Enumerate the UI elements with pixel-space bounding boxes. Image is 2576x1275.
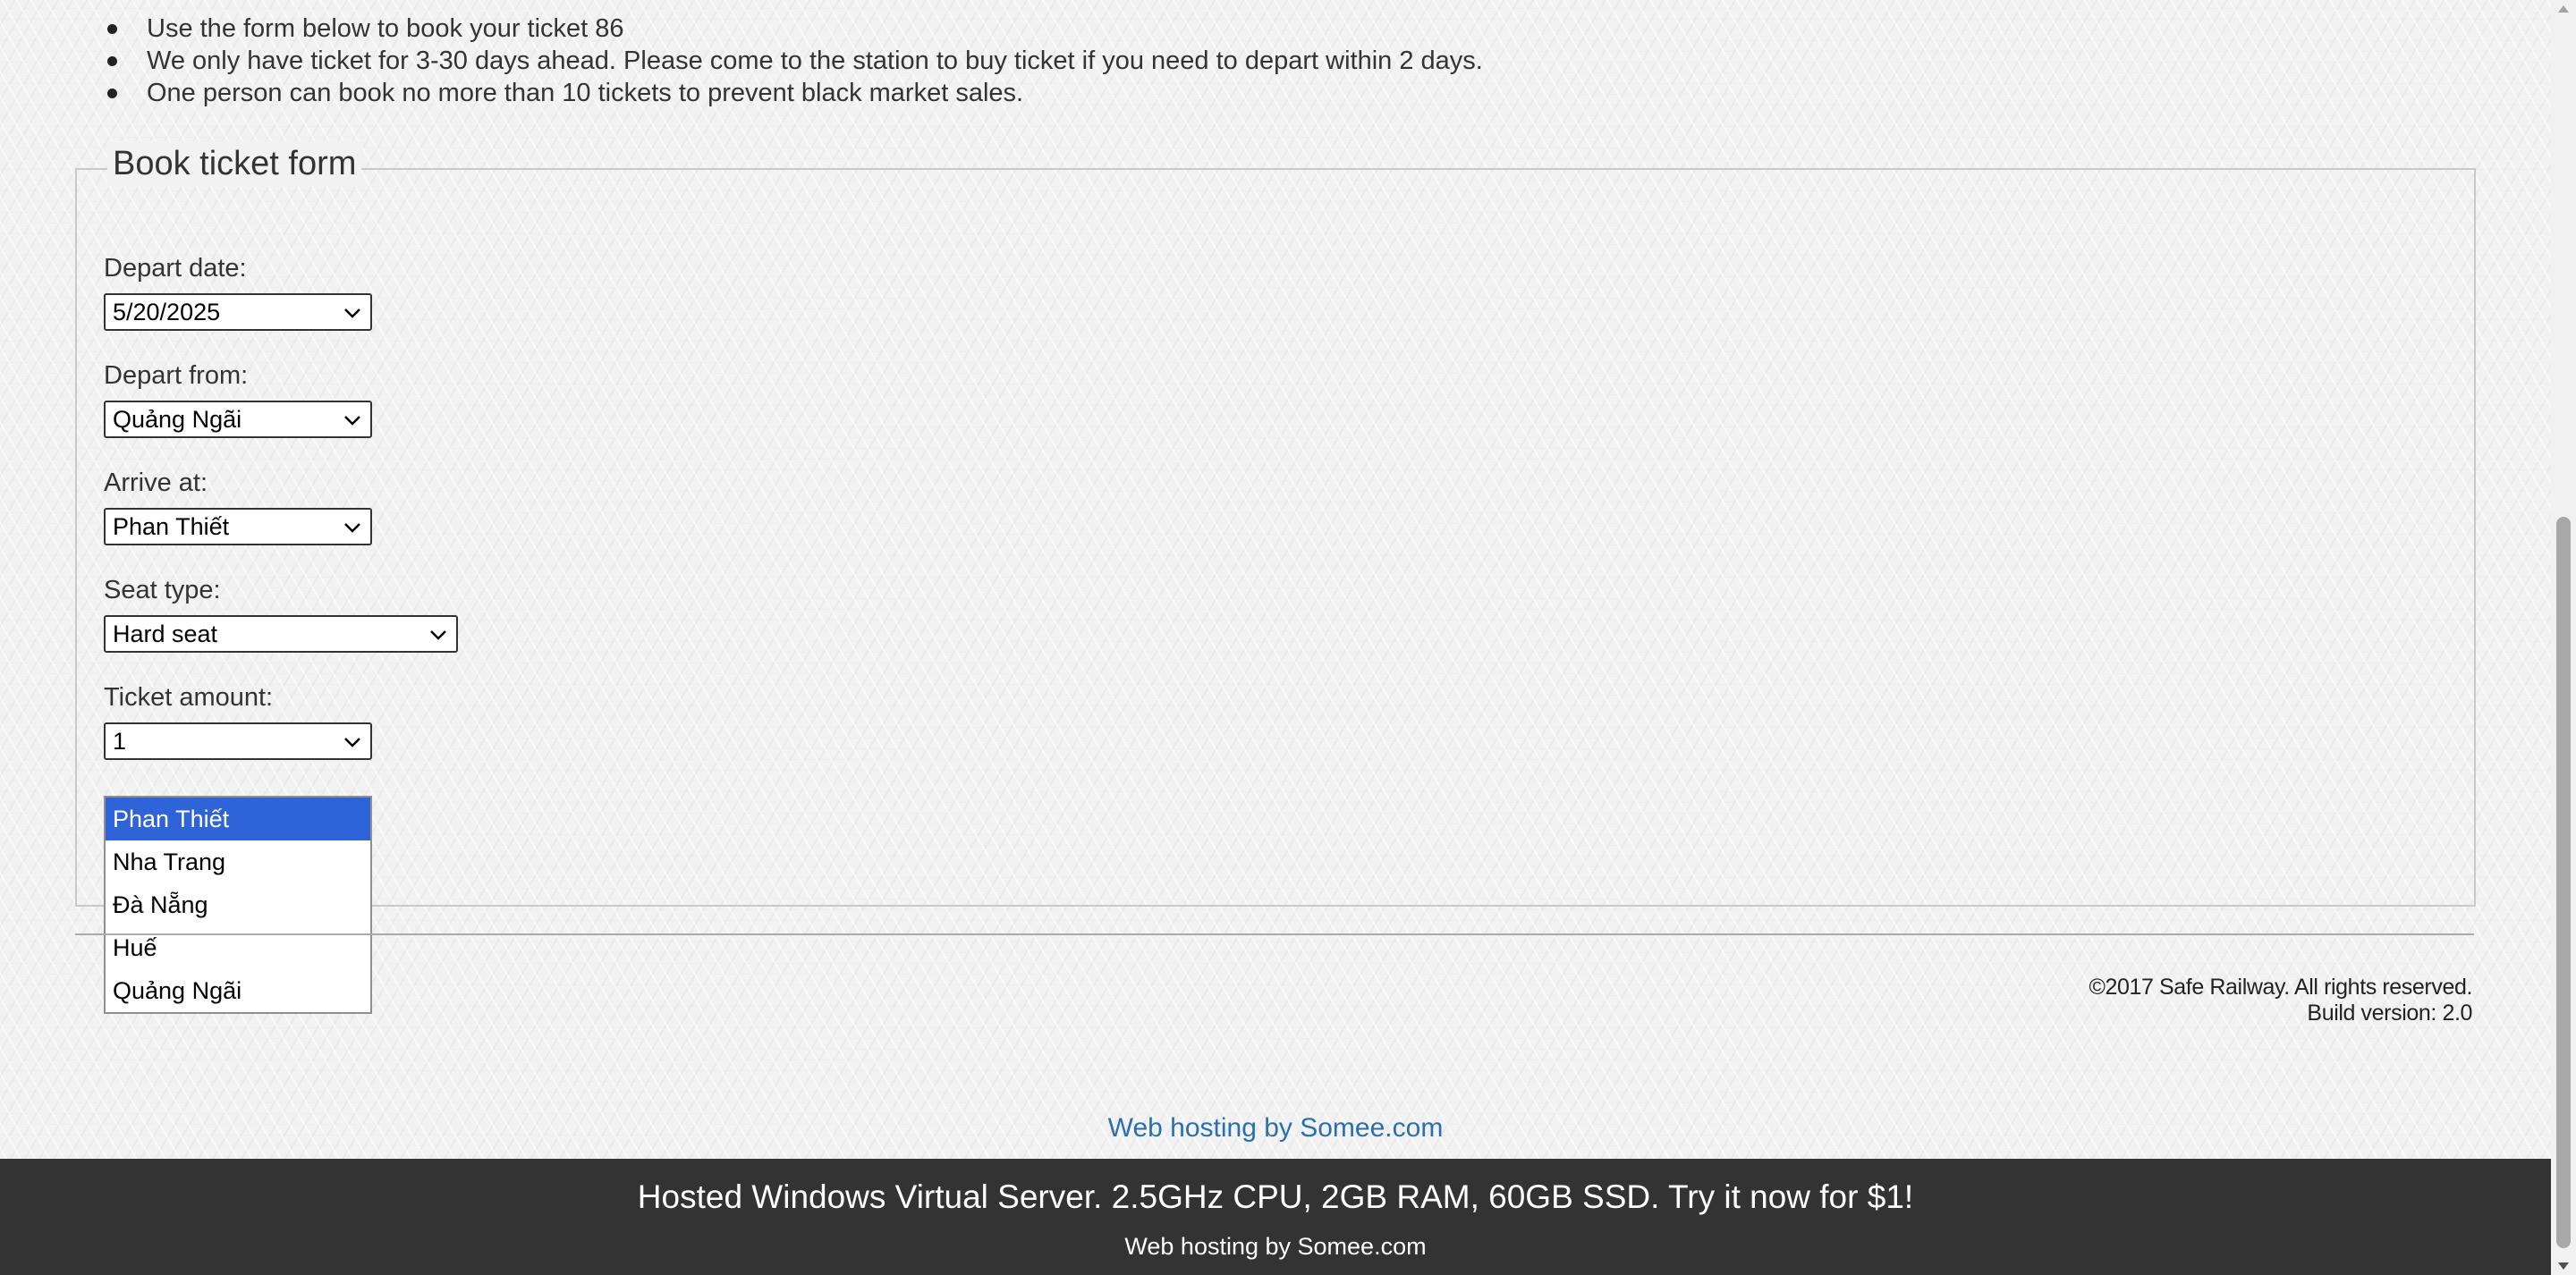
footer-divider [75,933,2474,935]
scrollbar-thumb[interactable] [2556,517,2571,1248]
chevron-down-icon [344,523,360,533]
seat-type-select[interactable]: Hard seat [104,615,458,653]
copyright-text: ©2017 Safe Railway. All rights reserved. [2089,975,2472,1000]
arrive-at-label: Arrive at: [104,469,208,497]
ticket-amount-value: 1 [113,728,127,755]
hosting-promo-banner[interactable]: Hosted Windows Virtual Server. 2.5GHz CP… [0,1159,2551,1275]
depart-date-select[interactable]: 5/20/2025 [104,293,372,331]
scroll-down-icon[interactable] [2558,1262,2569,1270]
seat-type-label: Seat type: [104,576,221,604]
promo-sub-link[interactable]: Web hosting by Somee.com [0,1230,2551,1262]
dropdown-option[interactable]: Đà Nẵng [106,883,370,926]
arrive-at-value: Phan Thiết [113,513,230,540]
web-hosting-link[interactable]: Web hosting by Somee.com [0,1110,2551,1146]
note-item: We only have ticket for 3-30 days ahead.… [107,45,1483,77]
arrive-at-select[interactable]: Phan Thiết [104,508,372,545]
vertical-scrollbar[interactable] [2551,0,2576,1275]
dropdown-option[interactable]: Phan Thiết [106,798,370,840]
dropdown-option[interactable]: Quảng Ngãi [106,969,370,1012]
depart-from-select[interactable]: Quảng Ngãi [104,401,372,438]
note-item: Use the form below to book your ticket 8… [107,13,1483,45]
page-content: Use the form below to book your ticket 8… [0,0,2551,1159]
scroll-up-icon[interactable] [2558,5,2569,13]
depart-from-value: Quảng Ngãi [113,406,242,433]
form-legend: Book ticket form [107,141,362,186]
chevron-down-icon [344,308,360,318]
chevron-down-icon [344,738,360,747]
ticket-amount-select[interactable]: 1 [104,722,372,760]
arrive-at-dropdown-list[interactable]: Phan Thiết Nha Trang Đà Nẵng Huế Quảng N… [104,796,372,1014]
depart-from-label: Depart from: [104,361,249,390]
booking-notes: Use the form below to book your ticket 8… [107,13,1483,109]
depart-date-label: Depart date: [104,254,247,283]
note-item: One person can book no more than 10 tick… [107,77,1483,109]
seat-type-value: Hard seat [113,621,218,647]
dropdown-option[interactable]: Nha Trang [106,840,370,883]
chevron-down-icon [430,630,446,640]
depart-date-value: 5/20/2025 [113,299,221,325]
ticket-amount-label: Ticket amount: [104,683,274,712]
book-ticket-fieldset [75,168,2476,907]
footer-info: ©2017 Safe Railway. All rights reserved.… [2089,975,2472,1026]
promo-headline[interactable]: Hosted Windows Virtual Server. 2.5GHz CP… [0,1175,2551,1220]
build-version: Build version: 2.0 [2307,1001,2472,1026]
chevron-down-icon [344,416,360,426]
